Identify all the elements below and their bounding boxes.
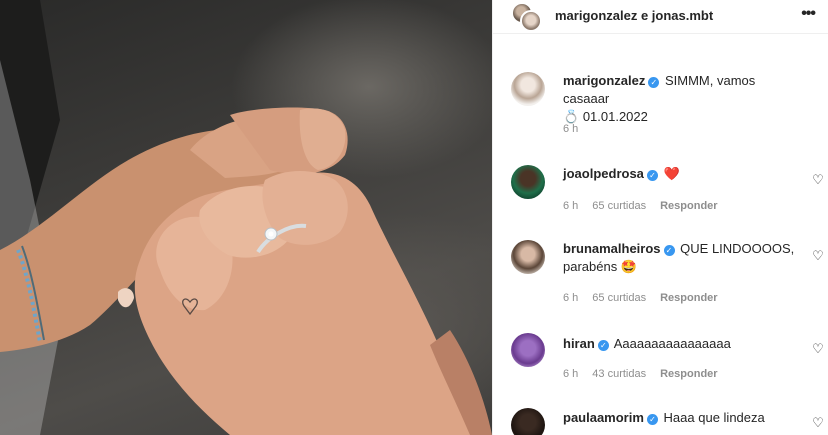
avatar[interactable] bbox=[511, 333, 545, 367]
comment-meta: 6 h 65 curtidas Responder bbox=[563, 292, 732, 304]
reply-button[interactable]: Responder bbox=[660, 368, 717, 380]
comment-text: brunamalheiros ✓ QUE LINDOOOOS, parabéns … bbox=[563, 240, 803, 276]
verified-badge-icon: ✓ bbox=[648, 77, 660, 88]
post-photo bbox=[0, 0, 492, 435]
comment-username[interactable]: paulaamorim bbox=[563, 410, 644, 425]
comment-likes[interactable]: 65 curtidas bbox=[592, 292, 646, 304]
post-authors[interactable]: marigonzalez e jonas.mbt bbox=[555, 8, 713, 23]
comment-username[interactable]: hiran bbox=[563, 336, 595, 351]
comment-message: ❤️ bbox=[663, 167, 680, 182]
comment-text: joaolpedrosa ✓ ❤️ bbox=[563, 165, 803, 184]
comment-item: hiran ✓ Aaaaaaaaaaaaaaaa 6 h 43 curtidas Re… bbox=[493, 333, 828, 393]
post-header: marigonzalez e jonas.mbt ••• bbox=[493, 0, 828, 34]
avatar[interactable] bbox=[520, 10, 542, 32]
caption-time[interactable]: 6 h bbox=[563, 123, 578, 135]
comment-meta: 6 h 43 curtidas Responder bbox=[563, 368, 732, 380]
comment-message: Aaaaaaaaaaaaaaaa bbox=[613, 336, 731, 351]
caption-date: 01.01.2022 bbox=[582, 109, 648, 124]
verified-badge-icon: ✓ bbox=[663, 245, 675, 256]
like-heart-icon[interactable]: ♡ bbox=[811, 173, 825, 187]
comment-item: joaolpedrosa ✓ ❤️ 6 h 65 curtidas Responder… bbox=[493, 163, 828, 223]
like-heart-icon[interactable]: ♡ bbox=[811, 342, 825, 356]
reply-button[interactable]: Responder bbox=[660, 200, 717, 212]
caption-meta: 6 h bbox=[563, 123, 592, 135]
caption-username[interactable]: marigonzalez bbox=[563, 73, 645, 88]
caption-text: marigonzalez ✓ SIMMM, vamos casaaar 💍 01.… bbox=[563, 72, 803, 127]
comment-likes[interactable]: 65 curtidas bbox=[592, 200, 646, 212]
collab-avatars[interactable] bbox=[511, 2, 542, 32]
comment-time[interactable]: 6 h bbox=[563, 368, 578, 380]
comment-likes[interactable]: 43 curtidas bbox=[592, 368, 646, 380]
comment-username[interactable]: brunamalheiros bbox=[563, 241, 661, 256]
comment-message: Haaa que lindeza bbox=[663, 410, 765, 425]
avatar[interactable] bbox=[511, 165, 545, 199]
comments-panel: marigonzalez e jonas.mbt ••• marigonzale… bbox=[492, 0, 828, 435]
more-options-icon[interactable]: ••• bbox=[801, 6, 816, 22]
hands-with-ring-photo bbox=[0, 0, 492, 435]
comment-text: hiran ✓ Aaaaaaaaaaaaaaaa bbox=[563, 335, 803, 353]
comment-time[interactable]: 6 h bbox=[563, 200, 578, 212]
avatar[interactable] bbox=[511, 72, 545, 106]
verified-badge-icon: ✓ bbox=[597, 340, 609, 351]
like-heart-icon[interactable]: ♡ bbox=[811, 416, 825, 430]
caption: marigonzalez ✓ SIMMM, vamos casaaar 💍 01.… bbox=[493, 70, 828, 140]
comment-meta: 6 h 65 curtidas Responder bbox=[563, 200, 732, 212]
comment-username[interactable]: joaolpedrosa bbox=[563, 166, 644, 181]
verified-badge-icon: ✓ bbox=[646, 414, 658, 425]
comment-text: paulaamorim ✓ Haaa que lindeza bbox=[563, 409, 803, 427]
avatar[interactable] bbox=[511, 240, 545, 274]
comment-item: brunamalheiros ✓ QUE LINDOOOOS, parabéns … bbox=[493, 238, 828, 314]
reply-button[interactable]: Responder bbox=[660, 292, 717, 304]
avatar[interactable] bbox=[511, 408, 545, 435]
like-heart-icon[interactable]: ♡ bbox=[811, 249, 825, 263]
comment-time[interactable]: 6 h bbox=[563, 292, 578, 304]
verified-badge-icon: ✓ bbox=[646, 170, 658, 181]
comment-item: paulaamorim ✓ Haaa que lindeza ♡ bbox=[493, 408, 828, 435]
